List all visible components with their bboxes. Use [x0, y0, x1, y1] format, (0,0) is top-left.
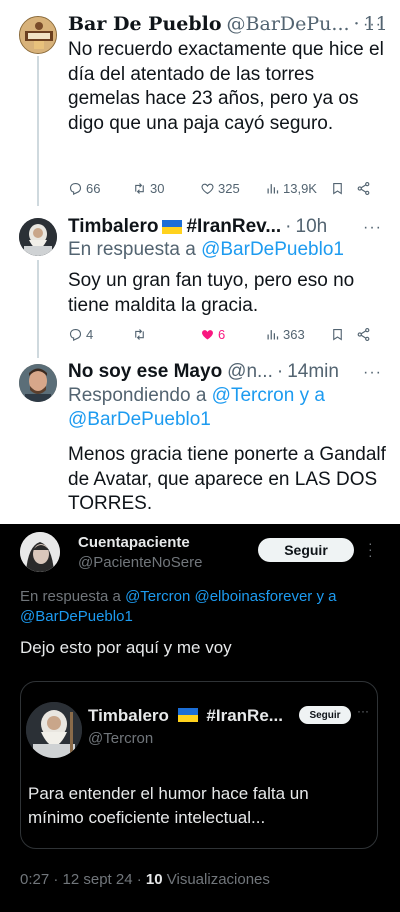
bookmark-icon	[333, 182, 342, 195]
tweet-bardepueblo[interactable]: Bar De Pueblo @BarDePu... · 11h ··· No r…	[0, 0, 400, 210]
share-icon	[357, 182, 370, 195]
ukraine-flag-icon	[162, 220, 183, 234]
tweet-time[interactable]: 10h	[296, 216, 328, 238]
views-label: Visualizaciones	[162, 871, 270, 888]
quoted-user-handle[interactable]: @Tercron	[88, 730, 153, 747]
user-handle[interactable]: @PacienteNoSere	[78, 554, 202, 571]
tweet-actions: 66 30 325 13,9K	[68, 181, 390, 201]
mention-link[interactable]: @Tercron y a	[212, 385, 325, 406]
retweet-icon	[135, 329, 144, 340]
quoted-follow-button[interactable]: Seguir	[299, 706, 351, 724]
reply-context: En respuesta a @BarDePueblo1	[68, 239, 344, 260]
tweet-timbalero[interactable]: Timbalero #IranRev... · 10h ··· En respu…	[0, 210, 400, 358]
follow-button[interactable]: Seguir	[258, 538, 354, 562]
views-count: 10	[145, 871, 163, 888]
reply-button[interactable]: 66	[68, 181, 100, 196]
avatar[interactable]	[20, 532, 60, 572]
like-button[interactable]: 325	[200, 181, 240, 196]
reply-count: 66	[86, 181, 101, 196]
tweet-header: Bar De Pueblo @BarDePu... · 11h	[68, 12, 388, 36]
avatar[interactable]	[26, 702, 82, 758]
like-count: 6	[218, 327, 226, 342]
tweet-timestamp[interactable]: 0:27 · 12 sept 24 ·	[20, 871, 146, 888]
display-name[interactable]: Bar De Pueblo	[68, 13, 222, 35]
views-icon	[267, 184, 279, 194]
retweet-icon	[135, 183, 144, 194]
light-thread: Bar De Pueblo @BarDePu... · 11h ··· No r…	[0, 0, 400, 524]
ukraine-flag-icon	[177, 708, 198, 722]
share-button[interactable]	[356, 181, 371, 196]
views-icon	[267, 330, 279, 340]
tweet-text: Soy un gran fan tuyo, pero eso no tiene …	[68, 270, 355, 316]
display-name-suffix[interactable]: #IranRev...	[186, 216, 281, 238]
mention-link[interactable]: @BarDePueblo1	[68, 409, 211, 430]
dark-tweet: Cuentapaciente @PacienteNoSere Seguir · ·…	[0, 524, 400, 912]
thread-line	[37, 56, 39, 206]
display-name[interactable]: Cuentapaciente	[78, 534, 190, 551]
bookmark-button[interactable]	[330, 327, 345, 342]
tweet-metadata: 0:27 · 12 sept 24 · 10 Visualizaciones	[20, 871, 270, 888]
more-options-icon[interactable]: ···	[363, 364, 382, 382]
thread-line	[37, 260, 39, 358]
user-handle[interactable]: @BarDePu...	[227, 13, 350, 35]
reply-icon	[69, 328, 82, 342]
more-options-icon[interactable]: ···	[363, 16, 382, 34]
tweet-text: Menos gracia tiene ponerte a Gandalf de …	[68, 444, 386, 514]
quoted-tweet-card[interactable]: Timbalero #IranRe... @Tercron Seguir ···…	[20, 681, 378, 849]
views-button[interactable]: 13,9K	[265, 181, 317, 196]
tweet-text: Dejo esto por aquí y me voy	[20, 638, 232, 657]
reply-icon	[69, 182, 82, 196]
like-button[interactable]: 6	[200, 327, 225, 342]
share-button[interactable]	[356, 327, 371, 342]
reply-context: En respuesta a @Tercron @elboinasforever…	[20, 588, 337, 625]
display-name[interactable]: No soy ese Mayo	[68, 361, 222, 383]
tweet-text: No recuerdo exactamente que hice el día …	[68, 39, 384, 134]
quoted-tweet-text: Para entender el humor hace falta un mín…	[28, 784, 309, 827]
bookmark-button[interactable]	[330, 181, 345, 196]
mention-link[interactable]: @BarDePueblo1	[201, 239, 344, 260]
share-icon	[357, 328, 370, 341]
quoted-display-name[interactable]: Timbalero #IranRe...	[88, 706, 283, 726]
tweet-actions: 4 6 363	[68, 327, 390, 347]
views-count: 13,9K	[283, 181, 317, 196]
avatar[interactable]	[19, 16, 57, 54]
reply-context: Respondiendo a @Tercron y a @BarDePueblo…	[68, 385, 325, 430]
reply-count: 4	[86, 327, 94, 342]
reply-button[interactable]: 4	[68, 327, 93, 342]
display-name[interactable]: Timbalero	[68, 216, 158, 238]
tweet-header: No soy ese Mayo @n... · 14min	[68, 361, 339, 383]
heart-icon	[201, 183, 214, 195]
like-count: 325	[218, 181, 240, 196]
tweet-time[interactable]: 14min	[287, 361, 339, 383]
bookmark-icon	[333, 328, 342, 341]
views-count: 363	[283, 327, 305, 342]
retweet-count: 30	[150, 181, 165, 196]
retweet-button[interactable]: 30	[132, 181, 164, 196]
more-options-icon[interactable]: ···	[363, 219, 382, 237]
user-handle[interactable]: @n...	[227, 361, 273, 383]
more-options-icon[interactable]: ···	[357, 704, 369, 718]
heart-filled-icon	[202, 330, 213, 340]
views-button[interactable]: 363	[265, 327, 305, 342]
tweet-header: Timbalero #IranRev... · 10h	[68, 216, 328, 238]
tweet-nosoyesemayo[interactable]: No soy ese Mayo @n... · 14min ··· Respon…	[0, 358, 400, 524]
avatar[interactable]	[19, 218, 57, 256]
retweet-button[interactable]	[132, 327, 150, 342]
more-options-icon[interactable]: ···	[368, 536, 373, 562]
avatar[interactable]	[19, 364, 57, 402]
